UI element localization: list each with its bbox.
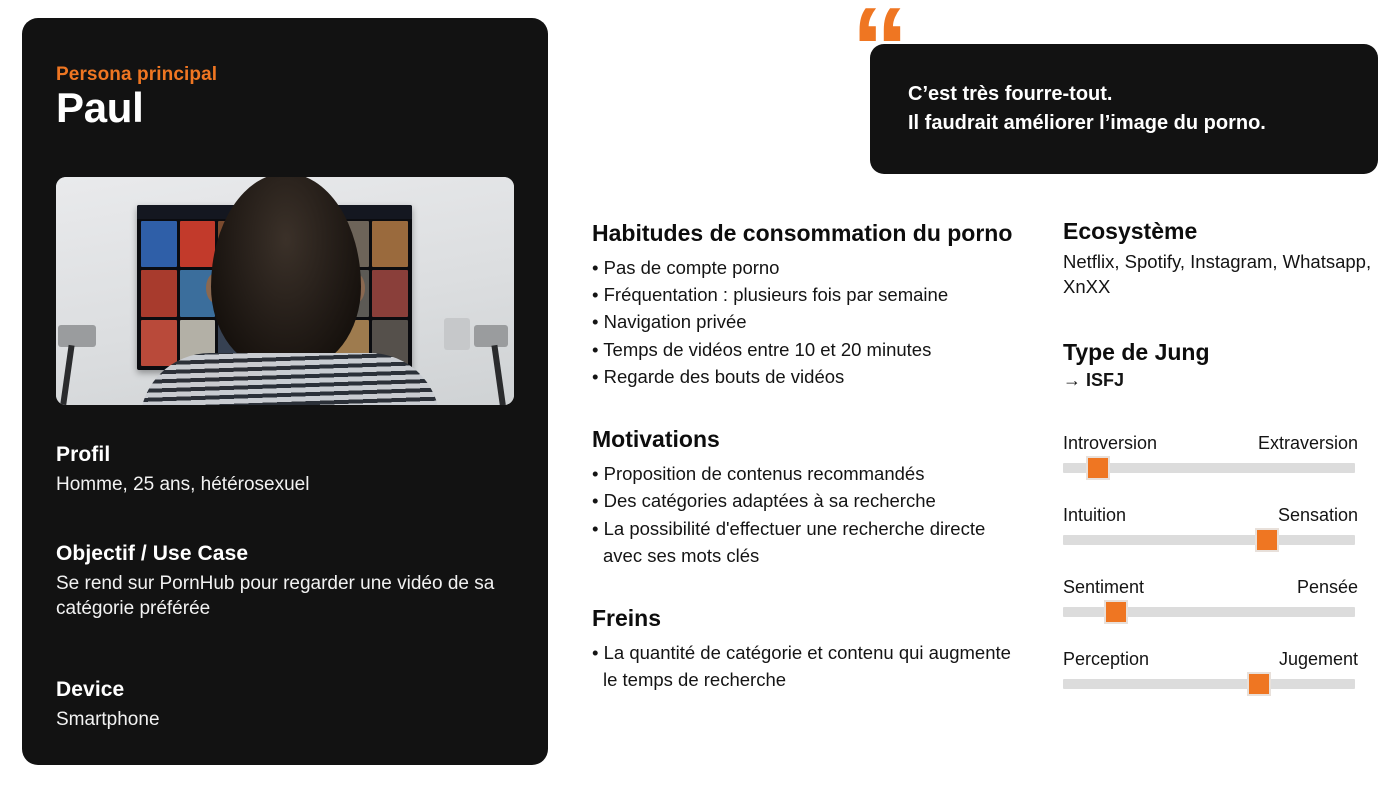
motivations-heading: Motivations xyxy=(592,426,720,453)
slider-track[interactable] xyxy=(1063,528,1355,552)
photo-person-head xyxy=(211,177,361,369)
list-item: • Proposition de contenus recommandés xyxy=(592,463,925,485)
slider-sentiment-pensee[interactable]: Sentiment Pensée xyxy=(1063,577,1358,624)
slider-thumb[interactable] xyxy=(1246,672,1271,696)
list-item: • Regarde des bouts de vidéos xyxy=(592,365,845,387)
ecosysteme-body: Netflix, Spotify, Instagram, Whatsapp, X… xyxy=(1063,251,1372,298)
slider-left-label: Sentiment xyxy=(1063,577,1145,597)
slider-introversion-extraversion[interactable]: Introversion Extraversion xyxy=(1063,433,1358,480)
section-habitudes: Habitudes de consommation du porno • Pas… xyxy=(592,214,1022,390)
quote-bubble: C’est très fourre-tout. Il faudrait amél… xyxy=(870,44,1378,174)
persona-card: Persona principal Paul Profil Homme, 25 … xyxy=(22,18,548,765)
slider-left-label: Intuition xyxy=(1063,505,1127,525)
slider-thumb[interactable] xyxy=(1255,528,1280,552)
slider-right-label: Jugement xyxy=(1278,649,1358,669)
jung-type-value: → ISFJ xyxy=(1063,370,1125,391)
habitudes-heading: Habitudes de consommation du porno xyxy=(592,220,1013,246)
device-body: Smartphone xyxy=(56,709,160,730)
list-item: • La possibilité d'effectuer une recherc… xyxy=(592,517,986,566)
section-motivations: Motivations • Proposition de contenus re… xyxy=(592,420,1022,569)
quote-line-1: C’est très fourre-tout. xyxy=(908,82,1113,105)
list-item: • Navigation privée xyxy=(592,311,747,333)
slider-track[interactable] xyxy=(1063,600,1355,624)
objectif-body: Se rend sur PornHub pour regarder une vi… xyxy=(56,573,495,620)
list-item: • La quantité de catégorie et contenu qu… xyxy=(592,641,1011,691)
quote-line-2: Il faudrait améliorer l’image du porno. xyxy=(908,112,1266,134)
freins-list: • La quantité de catégorie et contenu qu… xyxy=(592,639,1022,693)
slider-right-label: Sensation xyxy=(1277,505,1358,525)
slider-perception-jugement[interactable]: Perception Jugement xyxy=(1063,649,1358,696)
slider-right-label: Pensée xyxy=(1296,577,1358,597)
profil-body: Homme, 25 ans, hétérosexuel xyxy=(56,474,310,495)
middle-column: Habitudes de consommation du porno • Pas… xyxy=(592,214,1022,721)
objectif-block: Objectif / Use Case Se rend sur PornHub … xyxy=(56,542,516,621)
section-freins: Freins • La quantité de catégorie et con… xyxy=(592,599,1022,693)
slider-thumb[interactable] xyxy=(1103,600,1128,624)
slider-intuition-sensation[interactable]: Intuition Sensation xyxy=(1063,505,1358,552)
quote-mark-icon: “ xyxy=(851,0,909,113)
photo-chair-right xyxy=(474,325,508,347)
photo-chair-left xyxy=(58,325,96,347)
slider-track[interactable] xyxy=(1063,456,1355,480)
ecosysteme-heading: Ecosystème xyxy=(1063,218,1198,244)
objectif-heading: Objectif / Use Case xyxy=(56,542,249,565)
persona-board: Persona principal Paul Profil Homme, 25 … xyxy=(0,0,1400,787)
list-item: • Pas de compte porno xyxy=(592,257,780,279)
photo-speaker-right xyxy=(444,318,470,350)
slider-track[interactable] xyxy=(1063,672,1355,696)
slider-thumb[interactable] xyxy=(1086,456,1111,480)
list-item: • Temps de vidéos entre 10 et 20 minutes xyxy=(592,338,932,360)
list-item: • Des catégories adaptées à sa recherche xyxy=(592,490,936,512)
right-column: Ecosystème Netflix, Spotify, Instagram, … xyxy=(1063,218,1373,391)
jung-sliders: Introversion Extraversion Intuition Sens… xyxy=(1063,433,1358,721)
profil-block: Profil Homme, 25 ans, hétérosexuel xyxy=(56,443,516,497)
slider-left-label: Perception xyxy=(1063,649,1150,669)
freins-heading: Freins xyxy=(592,604,662,631)
device-block: Device Smartphone xyxy=(56,678,516,732)
device-heading: Device xyxy=(56,678,125,701)
profil-heading: Profil xyxy=(56,443,111,466)
persona-photo xyxy=(56,177,514,405)
persona-name: Paul xyxy=(56,84,144,131)
list-item: • Fréquentation : plusieurs fois par sem… xyxy=(592,284,949,306)
motivations-list: • Proposition de contenus recommandés • … xyxy=(592,460,1022,569)
jung-heading: Type de Jung xyxy=(1063,339,1210,366)
habitudes-list: • Pas de compte porno • Fréquentation : … xyxy=(592,254,1022,390)
slider-left-label: Introversion xyxy=(1063,433,1158,453)
persona-kicker: Persona principal xyxy=(56,64,218,85)
photo-person-sweater xyxy=(140,353,440,405)
slider-right-label: Extraversion xyxy=(1257,433,1358,453)
